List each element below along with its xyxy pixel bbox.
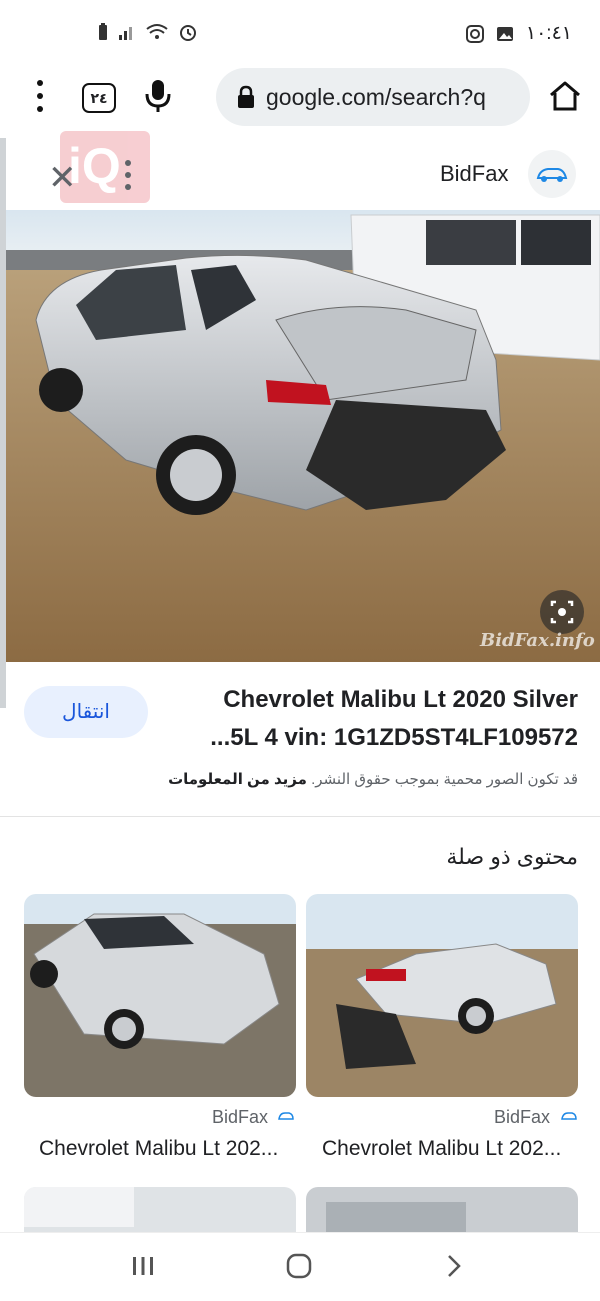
site-favicon [528, 150, 576, 198]
url-text: google.com/search?q [266, 83, 486, 110]
microphone-icon[interactable] [144, 78, 172, 114]
instagram-icon [465, 24, 484, 43]
related-title-2[interactable]: Chevrolet Malibu Lt 202... [39, 1137, 278, 1161]
divider [0, 816, 600, 817]
gallery-icon [496, 26, 513, 41]
more-info-link[interactable]: مزيد من المعلومات [168, 771, 307, 788]
related-image-4[interactable] [306, 1187, 578, 1232]
site-name[interactable]: BidFax [440, 161, 508, 187]
image-title-line1[interactable]: Chevrolet Malibu Lt 2020 Silver [223, 686, 578, 714]
alarm-icon [180, 25, 196, 41]
browser-menu-icon[interactable] [28, 80, 52, 112]
main-image[interactable] [6, 210, 600, 662]
related-title-1[interactable]: Chevrolet Malibu Lt 202... [322, 1137, 561, 1161]
status-icons-left [98, 22, 198, 42]
related-source-1: BidFax [494, 1107, 551, 1127]
lock-icon [238, 85, 254, 108]
battery-icon [99, 23, 107, 40]
related-heading: محتوى ذو صلة [446, 844, 578, 869]
copyright-notice: قد تكون الصور محمية بموجب حقوق النشر. مز… [168, 770, 578, 788]
car-icon [561, 1112, 577, 1120]
related-image-3[interactable] [24, 1187, 296, 1232]
related-image-2[interactable] [24, 894, 296, 1097]
image-title-line2[interactable]: ...5L 4 vin: 1G1ZD5ST4LF109572 [210, 724, 578, 752]
status-icons-right: ١٠:٤١ [465, 22, 572, 45]
signal-icon [119, 27, 132, 40]
car-icon [278, 1112, 294, 1120]
car-icon [536, 168, 568, 182]
visit-button[interactable]: انتقال [24, 686, 148, 738]
close-icon[interactable]: ✕ [48, 158, 77, 198]
viewer-menu-icon[interactable] [125, 160, 133, 190]
lens-search-icon[interactable] [540, 590, 584, 634]
related-source-2: BidFax [212, 1107, 269, 1127]
related-image-1[interactable] [306, 894, 578, 1097]
home-nav-icon[interactable] [286, 1253, 312, 1279]
home-icon[interactable] [548, 80, 582, 112]
wifi-icon [146, 24, 168, 39]
recents-icon[interactable] [130, 1254, 156, 1278]
tab-count-button[interactable]: ٢٤ [82, 83, 116, 113]
copyright-text: قد تكون الصور محمية بموجب حقوق النشر. [311, 771, 578, 788]
image-watermark: BidFax.info [480, 630, 595, 651]
back-icon[interactable] [444, 1253, 464, 1279]
status-time: ١٠:٤١ [525, 23, 572, 44]
address-bar[interactable]: google.com/search?q [216, 68, 530, 126]
